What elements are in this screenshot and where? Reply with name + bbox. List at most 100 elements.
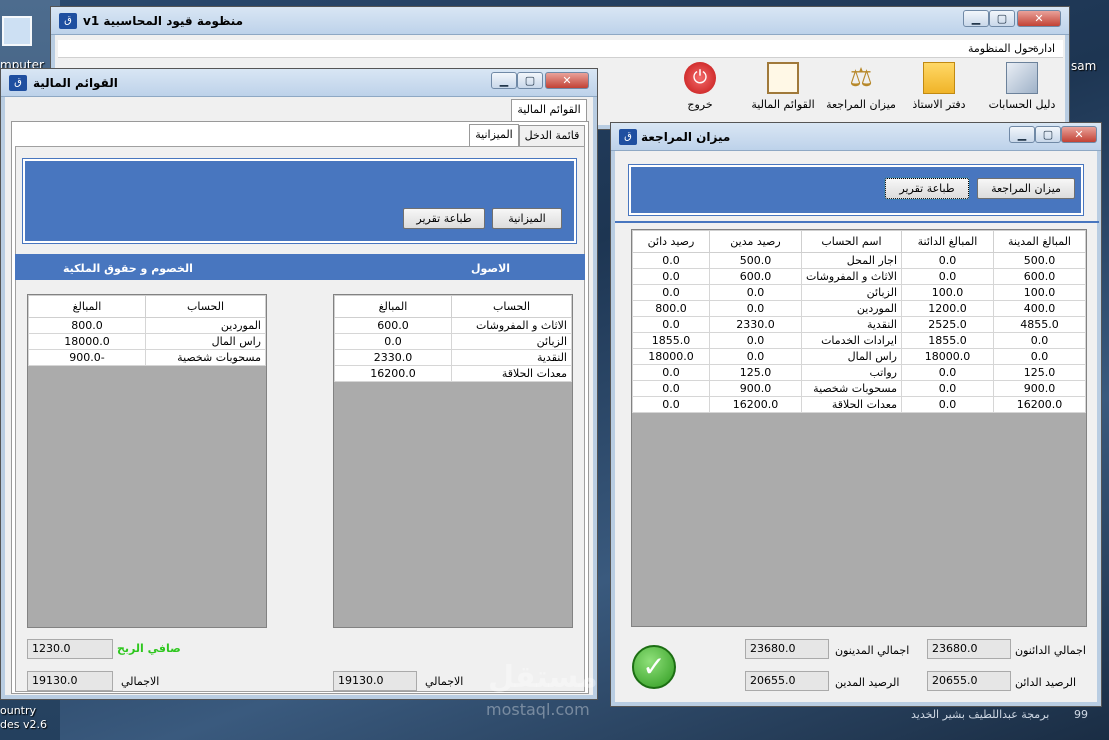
table-cell[interactable]: 125.0 — [993, 364, 1086, 381]
table-cell[interactable]: 800.0 — [28, 317, 146, 334]
table-cell[interactable]: 0.0 — [901, 364, 994, 381]
table-cell[interactable]: 0.0 — [708, 348, 802, 365]
table-cell[interactable]: معدات الحلاقة — [451, 365, 572, 382]
tool-exit[interactable]: ⏻ خروج — [680, 62, 720, 111]
table-row[interactable]: 100.0 100.0 الزبائن 0.0 0.0 — [632, 284, 1086, 301]
table-cell[interactable]: 0.0 — [901, 380, 994, 397]
trial-header-account-name[interactable]: اسم الحساب — [800, 230, 903, 253]
trial-header-credit-amounts[interactable]: المبالغ الدائنة — [901, 230, 994, 253]
trial-balance-button[interactable]: ميزان المراجعة — [977, 178, 1075, 199]
table-cell[interactable]: 0.0 — [632, 252, 710, 269]
checkmark-icon[interactable]: ✓ — [632, 645, 676, 689]
table-row[interactable]: 16200.0 0.0 معدات الحلاقة 16200.0 0.0 — [632, 396, 1086, 413]
table-row[interactable]: راس المال 18000.0 — [28, 333, 266, 350]
table-row[interactable]: 600.0 0.0 الاثاث و المفروشات 600.0 0.0 — [632, 268, 1086, 285]
table-cell[interactable]: النقدية — [800, 316, 903, 333]
table-cell[interactable]: 600.0 — [993, 268, 1086, 285]
table-cell[interactable]: راس المال — [145, 333, 266, 350]
table-cell[interactable]: الموردين — [145, 317, 266, 334]
table-cell[interactable]: 600.0 — [334, 317, 452, 334]
close-button[interactable]: ✕ — [1061, 126, 1097, 143]
table-cell[interactable]: 900.0 — [708, 380, 802, 397]
table-cell[interactable]: 0.0 — [708, 300, 802, 317]
menu-admin[interactable]: ادارة — [1033, 42, 1055, 55]
tool-financial-statements[interactable]: القوائم المالية — [748, 62, 818, 111]
table-cell[interactable]: 16200.0 — [993, 396, 1086, 413]
table-cell[interactable]: مسحوبات شخصية — [145, 349, 266, 366]
table-cell[interactable]: 0.0 — [334, 333, 452, 350]
tool-ledger[interactable]: دفتر الاستاذ — [904, 62, 974, 111]
table-cell[interactable]: ايرادات الخدمات — [800, 332, 903, 349]
liab-header-amount[interactable]: المبالغ — [28, 295, 146, 318]
maximize-button[interactable]: ▢ — [517, 72, 543, 89]
table-cell[interactable]: 18000.0 — [901, 348, 994, 365]
menu-about[interactable]: حول المنظومة — [968, 42, 1035, 55]
table-cell[interactable]: الاثاث و المفروشات — [800, 268, 903, 285]
table-cell[interactable]: 100.0 — [901, 284, 994, 301]
table-cell[interactable]: 0.0 — [993, 348, 1086, 365]
table-cell[interactable]: 16200.0 — [334, 365, 452, 382]
net-profit-field[interactable]: 1230.0 — [27, 639, 113, 659]
table-cell[interactable]: 0.0 — [993, 332, 1086, 349]
table-cell[interactable]: 0.0 — [632, 268, 710, 285]
table-cell[interactable]: 0.0 — [632, 284, 710, 301]
trial-header-credit-balance[interactable]: رصيد دائن — [632, 230, 710, 253]
table-cell[interactable]: الاثاث و المفروشات — [451, 317, 572, 334]
close-button[interactable]: ✕ — [1017, 10, 1061, 27]
table-cell[interactable]: 0.0 — [632, 396, 710, 413]
table-cell[interactable]: معدات الحلاقة — [800, 396, 903, 413]
table-cell[interactable]: النقدية — [451, 349, 572, 366]
total-debit-field[interactable]: 23680.0 — [745, 639, 829, 659]
table-cell[interactable]: 16200.0 — [708, 396, 802, 413]
table-row[interactable]: الزبائن 0.0 — [334, 333, 572, 350]
table-cell[interactable]: 1855.0 — [901, 332, 994, 349]
table-cell[interactable]: راس المال — [800, 348, 903, 365]
table-cell[interactable]: 0.0 — [632, 364, 710, 381]
balance-sheet-button[interactable]: الميزانية — [492, 208, 562, 229]
table-cell[interactable]: 2330.0 — [708, 316, 802, 333]
table-cell[interactable]: -900.0 — [28, 349, 146, 366]
trial-print-button[interactable]: طباعة تقرير — [884, 177, 970, 200]
table-cell[interactable]: 1200.0 — [901, 300, 994, 317]
assets-header-account[interactable]: الحساب — [451, 295, 572, 318]
table-cell[interactable]: 900.0 — [993, 380, 1086, 397]
table-row[interactable]: 125.0 0.0 رواتب 125.0 0.0 — [632, 364, 1086, 381]
table-row[interactable]: الاثاث و المفروشات 600.0 — [334, 317, 572, 334]
table-row[interactable]: 400.0 1200.0 الموردين 0.0 800.0 — [632, 300, 1086, 317]
table-row[interactable]: 500.0 0.0 اجار المحل 500.0 0.0 — [632, 252, 1086, 269]
table-row[interactable]: 4855.0 2525.0 النقدية 2330.0 0.0 — [632, 316, 1086, 333]
debit-balance-field[interactable]: 20655.0 — [745, 671, 829, 691]
tab-income-statement[interactable]: قائمة الدخل — [519, 125, 585, 146]
table-cell[interactable]: اجار المحل — [800, 252, 903, 269]
table-cell[interactable]: رواتب — [800, 364, 903, 381]
table-cell[interactable]: 0.0 — [901, 268, 994, 285]
liab-header-account[interactable]: الحساب — [145, 295, 266, 318]
table-cell[interactable]: 2330.0 — [334, 349, 452, 366]
table-cell[interactable]: 125.0 — [708, 364, 802, 381]
table-cell[interactable]: 4855.0 — [993, 316, 1086, 333]
table-row[interactable]: 0.0 1855.0 ايرادات الخدمات 0.0 1855.0 — [632, 332, 1086, 349]
total-credit-field[interactable]: 23680.0 — [927, 639, 1011, 659]
tab-balance-sheet[interactable]: الميزانية — [469, 124, 519, 147]
table-cell[interactable]: 600.0 — [708, 268, 802, 285]
total-field-left[interactable]: 19130.0 — [27, 671, 113, 691]
table-cell[interactable]: 0.0 — [632, 380, 710, 397]
table-row[interactable]: مسحوبات شخصية -900.0 — [28, 349, 266, 366]
total-field-right[interactable]: 19130.0 — [333, 671, 417, 691]
minimize-button[interactable]: ▁ — [491, 72, 517, 89]
trial-header-debit-balance[interactable]: رصيد مدين — [708, 230, 802, 253]
tool-chart-of-accounts[interactable]: دليل الحسابات — [984, 62, 1060, 111]
table-cell[interactable]: الموردين — [800, 300, 903, 317]
table-cell[interactable]: 500.0 — [993, 252, 1086, 269]
table-cell[interactable]: 0.0 — [901, 396, 994, 413]
close-button[interactable]: ✕ — [545, 72, 589, 89]
table-cell[interactable]: 0.0 — [708, 332, 802, 349]
trial-header-debit-amounts[interactable]: المبالغ المدينة — [993, 230, 1086, 253]
table-cell[interactable]: الزبائن — [800, 284, 903, 301]
table-cell[interactable]: 400.0 — [993, 300, 1086, 317]
table-cell[interactable]: مسحوبات شخصية — [800, 380, 903, 397]
table-cell[interactable]: 100.0 — [993, 284, 1086, 301]
credit-balance-field[interactable]: 20655.0 — [927, 671, 1011, 691]
table-cell[interactable]: 18000.0 — [28, 333, 146, 350]
table-cell[interactable]: الزبائن — [451, 333, 572, 350]
